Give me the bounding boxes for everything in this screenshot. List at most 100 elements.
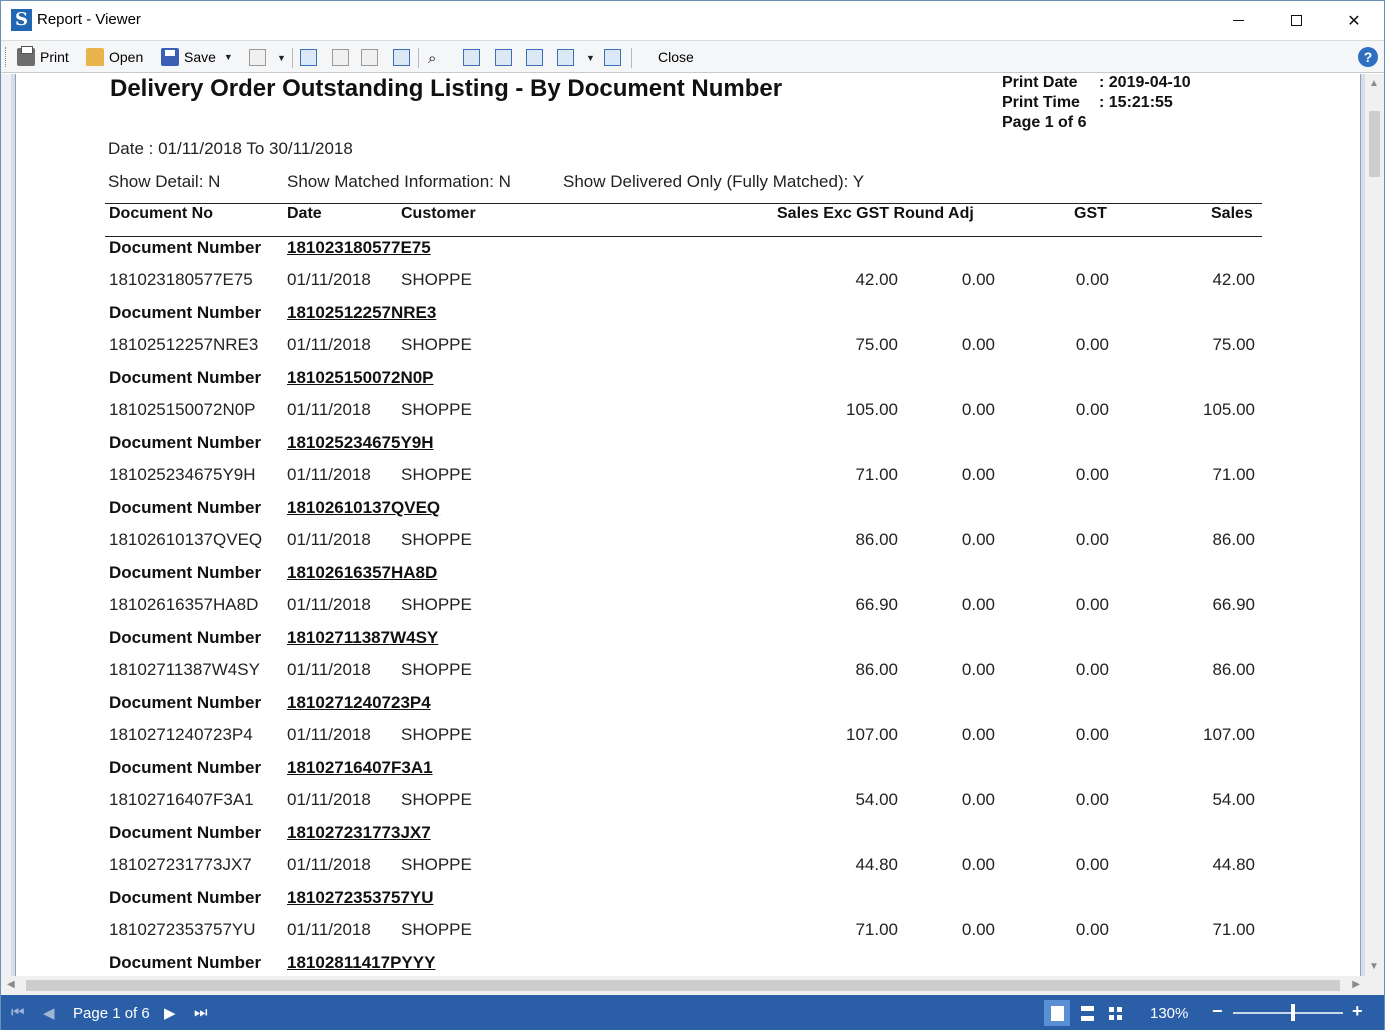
- row-document-no: 18102610137QVEQ: [109, 530, 263, 549]
- zoom-out-icon[interactable]: −: [1212, 1001, 1223, 1022]
- export-dropdown-caret-icon[interactable]: ▼: [277, 53, 286, 63]
- group-label: Document Number: [109, 888, 262, 907]
- continuous-page-icon: [1080, 1005, 1094, 1021]
- row-customer: SHOPPE: [401, 920, 472, 939]
- row-gst: 0.00: [1075, 465, 1109, 484]
- view-dropdown-caret-icon[interactable]: ▼: [586, 53, 595, 63]
- multi-page-view-icon[interactable]: [557, 49, 574, 66]
- filter-show-matched: Show Matched Information: N: [287, 172, 511, 191]
- row-round-adj: 0.00: [961, 660, 995, 679]
- print-date-value: : 2019-04-10: [1099, 74, 1191, 91]
- save-button[interactable]: Save ▼: [161, 46, 233, 68]
- next-page-icon[interactable]: ▶: [164, 1004, 176, 1022]
- row-gst: 0.00: [1075, 790, 1109, 809]
- col-header-customer: Customer: [401, 205, 476, 222]
- close-label: Close: [658, 49, 694, 65]
- scroll-down-icon[interactable]: ▼: [1369, 961, 1379, 972]
- row-round-adj: 0.00: [961, 335, 995, 354]
- open-button[interactable]: Open: [86, 46, 143, 68]
- group-label: Document Number: [109, 758, 262, 777]
- row-sales: 71.00: [1212, 920, 1255, 939]
- row-document-no: 18102512257NRE3: [109, 335, 259, 354]
- row-sales: 86.00: [1212, 660, 1255, 679]
- continuous-mode-button[interactable]: [1074, 1000, 1100, 1026]
- row-date: 01/11/2018: [287, 660, 371, 679]
- row-sales-exc-gst: 71.00: [855, 920, 898, 939]
- status-bar: ⏮ ◀ Page 1 of 6 ▶ ⏭ 130% − +: [1, 995, 1384, 1030]
- maximize-button[interactable]: [1267, 1, 1325, 40]
- toolbar-grip[interactable]: [5, 47, 8, 67]
- row-round-adj: 0.00: [961, 400, 995, 419]
- previous-page-icon[interactable]: ◀: [43, 1004, 55, 1022]
- multi-page-icon: [1108, 1006, 1122, 1020]
- group-label: Document Number: [109, 823, 262, 842]
- scroll-left-icon[interactable]: ◀: [7, 979, 15, 990]
- floppy-disk-icon: [161, 48, 179, 66]
- horizontal-scrollbar[interactable]: ◀ ▶: [1, 976, 1384, 995]
- binoculars-icon: ⌕: [428, 49, 437, 67]
- vertical-scrollbar[interactable]: ▲ ▼: [1365, 74, 1384, 976]
- page-width-view-icon[interactable]: [495, 49, 512, 66]
- row-date: 01/11/2018: [287, 790, 371, 809]
- single-page-mode-button[interactable]: [1044, 1000, 1070, 1026]
- row-round-adj: 0.00: [961, 270, 995, 289]
- col-header-gst: GST: [1074, 205, 1107, 222]
- horizontal-scroll-thumb[interactable]: [26, 980, 1340, 991]
- group-document-number: 18102716407F3A1: [287, 758, 433, 777]
- minimize-button[interactable]: [1209, 1, 1267, 40]
- two-page-view-icon[interactable]: [526, 49, 543, 66]
- table-view-icon[interactable]: [393, 49, 410, 66]
- page-setup-icon[interactable]: [300, 49, 317, 66]
- row-customer: SHOPPE: [401, 465, 472, 484]
- row-sales-exc-gst: 105.00: [846, 400, 898, 419]
- row-document-no: 18102711387W4SY: [109, 660, 260, 679]
- close-window-button[interactable]: ✕: [1325, 1, 1383, 40]
- vertical-scroll-thumb[interactable]: [1369, 111, 1380, 177]
- row-gst: 0.00: [1075, 335, 1109, 354]
- print-button[interactable]: Print: [17, 46, 69, 68]
- row-sales-exc-gst: 71.00: [855, 465, 898, 484]
- copy-icon[interactable]: [361, 49, 378, 66]
- open-label: Open: [109, 49, 144, 65]
- group-document-number: 181025150072N0P: [287, 368, 434, 387]
- scroll-right-icon[interactable]: ▶: [1352, 979, 1360, 990]
- zoom-slider-track[interactable]: [1233, 1012, 1343, 1014]
- row-gst: 0.00: [1075, 660, 1109, 679]
- row-customer: SHOPPE: [401, 400, 472, 419]
- group-label: Document Number: [109, 693, 262, 712]
- scroll-up-icon[interactable]: ▲: [1369, 78, 1379, 89]
- row-document-no: 181025150072N0P: [109, 400, 256, 419]
- row-round-adj: 0.00: [961, 465, 995, 484]
- find-button[interactable]: ⌕: [428, 47, 436, 69]
- row-sales: 44.80: [1212, 855, 1255, 874]
- row-round-adj: 0.00: [961, 725, 995, 744]
- close-report-button[interactable]: Close: [658, 46, 694, 68]
- group-label: Document Number: [109, 433, 262, 452]
- group-label: Document Number: [109, 303, 262, 322]
- single-page-view-icon[interactable]: [463, 49, 480, 66]
- help-icon[interactable]: ?: [1358, 47, 1378, 67]
- last-page-icon[interactable]: ⏭: [194, 1004, 208, 1021]
- first-page-icon[interactable]: ⏮: [11, 1004, 25, 1021]
- zoom-slider-thumb[interactable]: [1291, 1004, 1295, 1021]
- title-bar: S Report - Viewer ✕: [1, 1, 1384, 40]
- save-dropdown-caret-icon[interactable]: ▼: [224, 52, 233, 62]
- print-time-value: : 15:21:55: [1099, 94, 1173, 111]
- clipboard-icon[interactable]: [332, 49, 349, 66]
- toolbar-separator: [418, 48, 419, 68]
- col-header-date: Date: [287, 205, 322, 222]
- group-document-number: 18102610137QVEQ: [287, 498, 441, 517]
- row-sales-exc-gst: 107.00: [846, 725, 898, 744]
- export-icon[interactable]: [249, 49, 266, 66]
- row-round-adj: 0.00: [961, 920, 995, 939]
- row-gst: 0.00: [1075, 855, 1109, 874]
- row-sales-exc-gst: 86.00: [855, 660, 898, 679]
- close-icon: ✕: [1347, 12, 1361, 30]
- report-viewer-window: S Report - Viewer ✕ Print Open Save ▼ ▼ …: [0, 0, 1385, 1030]
- row-document-no: 18102716407F3A1: [109, 790, 254, 809]
- full-screen-icon[interactable]: [604, 49, 621, 66]
- group-document-number: 1810272353757YU: [287, 888, 434, 907]
- zoom-in-icon[interactable]: +: [1352, 1001, 1363, 1022]
- multi-page-mode-button[interactable]: [1102, 1000, 1128, 1026]
- printer-icon: [17, 46, 35, 66]
